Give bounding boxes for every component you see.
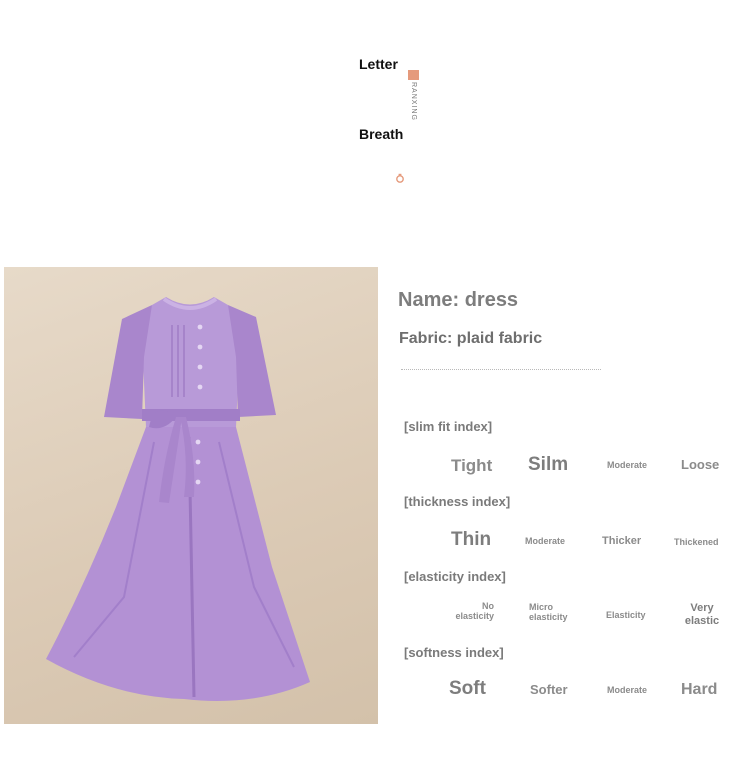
- thickness-index-label: [thickness index]: [404, 494, 511, 509]
- elasticity-option-micro-elasticity: Micro elasticity: [529, 602, 568, 623]
- brand-color-swatch: [408, 70, 419, 80]
- softness-option-softer: Softer: [530, 682, 568, 697]
- dress-illustration: [46, 297, 310, 701]
- slim-fit-index-label: [slim fit index]: [404, 419, 493, 434]
- slim-fit-option-tight: Tight: [451, 456, 493, 475]
- slim-fit-option-silm: Silm: [528, 454, 569, 475]
- slim-fit-option-moderate: Moderate: [607, 460, 648, 470]
- elasticity-option-very-elastic: Very elastic: [684, 602, 720, 627]
- divider: [401, 369, 601, 370]
- brand-word-letter: Letter: [359, 56, 398, 72]
- thickness-option-thicker: Thicker: [602, 535, 642, 547]
- thickness-option-thickened: Thickened: [674, 537, 719, 547]
- ring-icon: [396, 173, 404, 183]
- product-photo: [4, 267, 378, 724]
- brand-logo: Letter RANXING Breath: [352, 40, 424, 190]
- elasticity-option-elasticity: Elasticity: [606, 610, 646, 620]
- softness-index-label: [softness index]: [404, 645, 504, 660]
- elasticity-index-label: [elasticity index]: [404, 569, 506, 584]
- brand-vertical-text: RANXING: [410, 82, 417, 121]
- thickness-option-thin: Thin: [451, 529, 492, 550]
- brand-word-breath: Breath: [359, 126, 404, 142]
- elasticity-option-no-elasticity: No elasticity: [455, 601, 494, 622]
- product-name: Name: dress: [398, 289, 519, 311]
- slim-fit-option-loose: Loose: [681, 457, 720, 472]
- softness-option-soft: Soft: [449, 678, 486, 699]
- softness-option-hard: Hard: [681, 681, 718, 698]
- softness-option-moderate: Moderate: [607, 685, 648, 695]
- product-fabric: Fabric: plaid fabric: [399, 330, 543, 347]
- thickness-option-moderate: Moderate: [525, 536, 566, 546]
